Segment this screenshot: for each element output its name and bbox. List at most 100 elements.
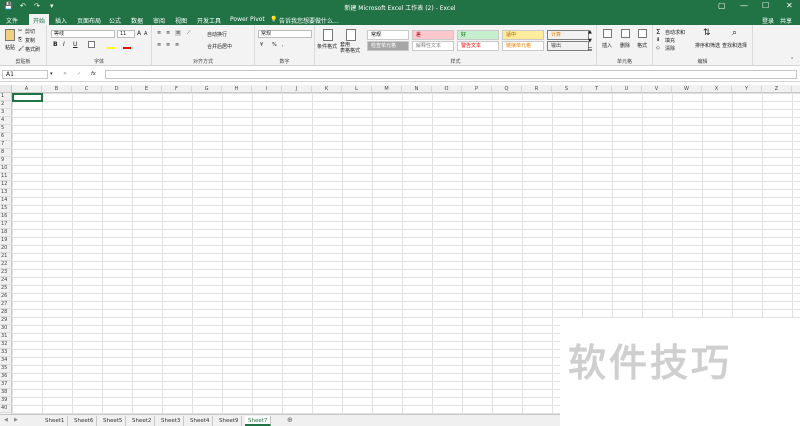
font-name-select[interactable]: 等线 [51, 30, 115, 38]
cut-button[interactable]: 剪切 [25, 28, 35, 35]
percent-button[interactable]: % [272, 42, 277, 48]
format-as-table-icon[interactable] [346, 29, 356, 41]
tab-data[interactable]: 数据 [131, 16, 143, 25]
align-right-icon[interactable]: ≡ [175, 42, 179, 48]
cell-style-item[interactable]: 适中 [502, 30, 544, 40]
cell-style-item[interactable]: 检查单元格 [367, 41, 409, 51]
row-header[interactable]: 25 [0, 285, 12, 293]
row-header[interactable]: 2 [0, 101, 12, 109]
number-format-select[interactable]: 常规 [258, 30, 312, 38]
column-header[interactable]: H [222, 86, 252, 93]
grow-font-button[interactable]: A [137, 30, 141, 37]
row-header[interactable]: 39 [0, 397, 12, 405]
bold-button[interactable]: B [53, 41, 58, 48]
prev-sheet-icon[interactable]: ◀ [4, 417, 8, 423]
active-cell[interactable] [12, 93, 43, 102]
column-header[interactable]: G [192, 86, 222, 93]
conditional-format-button[interactable]: 条件格式 [317, 43, 337, 50]
cell-style-item[interactable]: 好 [457, 30, 499, 40]
row-header[interactable]: 16 [0, 213, 12, 221]
column-header[interactable]: B [42, 86, 72, 93]
column-header[interactable]: Z [762, 86, 792, 93]
scroll-up-icon[interactable]: ▲ [588, 29, 592, 35]
underline-button[interactable]: U [73, 41, 77, 48]
row-header[interactable]: 28 [0, 309, 12, 317]
row-header[interactable]: 24 [0, 277, 12, 285]
row-header[interactable]: 30 [0, 325, 12, 333]
row-header[interactable]: 8 [0, 149, 12, 157]
column-header[interactable]: C [72, 86, 102, 93]
fill-icon[interactable]: ⬇ [656, 37, 660, 43]
column-header[interactable]: U [612, 86, 642, 93]
collapse-ribbon-icon[interactable]: ⌃ [790, 57, 794, 63]
row-header[interactable]: 14 [0, 197, 12, 205]
format-button[interactable]: 格式 [637, 42, 647, 49]
close-icon[interactable]: ✕ [786, 1, 793, 10]
row-header[interactable]: 31 [0, 333, 12, 341]
sheet-tab[interactable]: Sheet7 [245, 416, 272, 426]
row-header[interactable]: 15 [0, 205, 12, 213]
column-header[interactable]: P [462, 86, 492, 93]
sheet-tab[interactable]: Sheet6 [71, 416, 98, 426]
format-as-table-button[interactable]: 套用 表格格式 [340, 42, 360, 54]
format-painter-icon[interactable]: 🖌 [18, 46, 24, 52]
row-header[interactable]: 21 [0, 253, 12, 261]
column-header[interactable]: I [252, 86, 282, 93]
row-header[interactable]: 9 [0, 157, 12, 165]
font-color-icon[interactable] [123, 47, 131, 49]
row-header[interactable]: 3 [0, 109, 12, 117]
cell-style-item[interactable]: 警告文本 [457, 41, 499, 51]
tab-insert[interactable]: 插入 [55, 16, 67, 25]
formula-input[interactable] [105, 70, 797, 79]
find-select-icon[interactable]: ⌕ [732, 28, 737, 38]
merge-center-button[interactable]: 合并后居中 [207, 43, 232, 50]
row-header[interactable]: 12 [0, 181, 12, 189]
row-header[interactable]: 17 [0, 221, 12, 229]
next-sheet-icon[interactable]: ▶ [14, 417, 18, 423]
sheet-tab[interactable]: Sheet4 [187, 416, 214, 426]
sheet-tab[interactable]: Sheet2 [129, 416, 156, 426]
font-size-select[interactable]: 11 [117, 30, 135, 38]
fill-color-icon[interactable] [107, 47, 115, 49]
autosum-icon[interactable]: Σ [656, 28, 660, 36]
insert-button[interactable]: 插入 [602, 42, 612, 49]
column-header[interactable]: J [282, 86, 312, 93]
login-link[interactable]: 登录 [762, 16, 774, 25]
add-sheet-icon[interactable]: ⊕ [287, 416, 293, 424]
clear-icon[interactable]: ◇ [656, 45, 660, 51]
share-button[interactable]: 共享 [780, 16, 792, 25]
column-header[interactable]: R [522, 86, 552, 93]
sheet-tab[interactable]: Sheet5 [100, 416, 127, 426]
cancel-icon[interactable]: ✕ [63, 71, 67, 77]
tab-developer[interactable]: 开发工具 [197, 16, 221, 25]
row-header[interactable]: 18 [0, 229, 12, 237]
autosum-button[interactable]: 自动求和 [665, 29, 685, 36]
row-header[interactable]: 40 [0, 405, 12, 413]
column-header[interactable]: O [432, 86, 462, 93]
align-top-icon[interactable]: ≡ [157, 30, 161, 36]
row-header[interactable]: 6 [0, 133, 12, 141]
tab-view[interactable]: 视图 [175, 16, 187, 25]
align-left-icon[interactable]: ≡ [157, 42, 161, 48]
cell-style-item[interactable]: 链接单元格 [502, 41, 544, 51]
row-header[interactable]: 38 [0, 389, 12, 397]
fx-icon[interactable]: fx [91, 71, 96, 77]
row-header[interactable]: 37 [0, 381, 12, 389]
sheet-tab[interactable]: Sheet1 [42, 416, 69, 426]
delete-icon[interactable] [621, 29, 630, 38]
cut-icon[interactable]: ✂ [18, 28, 22, 34]
column-header[interactable]: D [102, 86, 132, 93]
row-header[interactable]: 34 [0, 357, 12, 365]
tell-me-search[interactable]: 告诉我您想要做什么... [279, 16, 339, 25]
format-painter-button[interactable]: 格式刷 [25, 46, 40, 53]
shrink-font-button[interactable]: A [144, 31, 147, 37]
row-header[interactable]: 23 [0, 269, 12, 277]
column-header[interactable]: L [342, 86, 372, 93]
expand-gallery-icon[interactable]: ☰ [588, 47, 592, 53]
sort-filter-button[interactable]: 排序和筛选 [695, 42, 720, 49]
tab-home[interactable]: 开始 [29, 14, 50, 25]
align-center-icon[interactable]: ≡ [166, 42, 170, 48]
cell-style-item[interactable]: 常规 [367, 30, 409, 40]
column-header[interactable]: F [162, 86, 192, 93]
column-header[interactable]: M [372, 86, 402, 93]
